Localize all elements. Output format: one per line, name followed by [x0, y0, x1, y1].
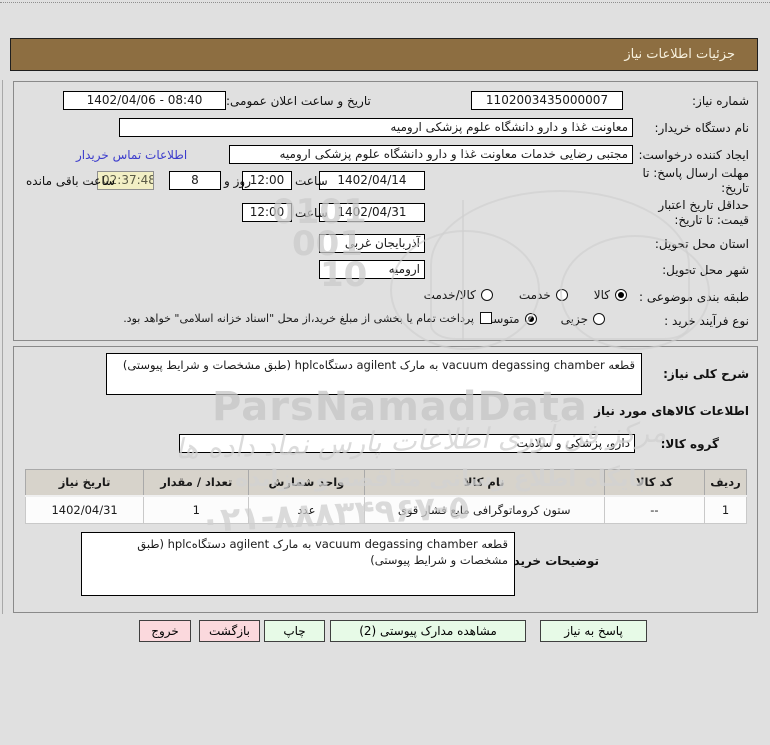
buyer-contact-link[interactable]: اطلاعات تماس خریدار: [76, 148, 187, 162]
announce-datetime-label: تاریخ و ساعت اعلان عمومی:: [226, 94, 371, 108]
items-heading: اطلاعات کالاهای مورد نیاز: [594, 404, 749, 418]
need-details-page: جزئیات اطلاعات نیاز شماره نیاز: 11020034…: [0, 0, 770, 745]
view-attachments-button[interactable]: مشاهده مدارک پیوستی (2): [330, 620, 526, 642]
creator-field[interactable]: مجتبی رضایی خدمات معاونت غذا و دارو دانش…: [229, 145, 633, 164]
col-item-name: نام کالا: [363, 469, 605, 497]
city-label: شهر محل تحویل:: [662, 263, 749, 277]
treasury-checkbox[interactable]: [480, 312, 492, 324]
cell-unit: عدد: [248, 495, 365, 524]
back-button[interactable]: بازگشت: [199, 620, 260, 642]
respond-to-need-button[interactable]: پاسخ به نیاز: [540, 620, 647, 642]
price-validity-hour-label: ساعت: [295, 206, 328, 220]
radio-partial-icon[interactable]: [593, 313, 605, 325]
deadline-days-label: روز و: [224, 174, 251, 188]
radio-medium-icon[interactable]: [524, 313, 537, 325]
cell-quantity: 1: [143, 495, 250, 524]
province-label: استان محل تحویل:: [654, 237, 749, 251]
description-label: شرح کلی نیاز:: [663, 367, 749, 381]
col-row-number: ردیف: [703, 469, 748, 497]
subject-class-radio-group: کالا خدمت کالا/خدمت: [424, 288, 627, 302]
table-row: 1 -- ستون کروماتوگرافی مایع فشار قوی عدد…: [24, 495, 748, 524]
goods-group-field[interactable]: دارو، پزشکی و سلامت: [179, 434, 635, 453]
deadline-days-field[interactable]: 8: [169, 171, 221, 190]
deadline-label: مهلت ارسال پاسخ: تا تاریخ:: [642, 166, 749, 195]
top-divider: [0, 2, 770, 3]
province-field[interactable]: آذربایجان غربی: [319, 234, 425, 253]
cell-need-date: 1402/04/31: [24, 495, 145, 524]
items-table-header-row: ردیف کد کالا نام کالا واحد شمارش تعداد /…: [24, 469, 748, 497]
radio-partial-label: جزیی: [560, 312, 588, 326]
cell-row-number: 1: [703, 495, 748, 524]
treasury-checkbox-label: پرداخت تمام یا بخشی از مبلغ خرید،از محل …: [123, 312, 474, 325]
goods-group-label: گروه کالا:: [660, 437, 719, 451]
radio-option-goods-service[interactable]: کالا/خدمت: [424, 288, 493, 302]
description-field[interactable]: قطعه vacuum degassing chamber به مارک ag…: [106, 353, 642, 395]
buyer-org-field[interactable]: معاونت غذا و دارو دانشگاه علوم پزشکی ارو…: [119, 118, 633, 137]
radio-goods-service-icon[interactable]: [480, 289, 493, 301]
need-number-label: شماره نیاز:: [692, 94, 749, 108]
col-quantity: تعداد / مقدار: [143, 469, 250, 497]
deadline-hour-label: ساعت: [295, 174, 328, 188]
col-need-date: تاریخ نیاز: [24, 469, 145, 497]
process-type-radio-group: جزیی متوسط: [482, 312, 605, 326]
price-validity-date-field[interactable]: 1402/04/31: [319, 203, 425, 222]
need-info-panel: شماره نیاز: 1102003435000007 تاریخ و ساع…: [13, 81, 758, 341]
col-unit: واحد شمارش: [248, 469, 365, 497]
items-table: ردیف کد کالا نام کالا واحد شمارش تعداد /…: [24, 469, 748, 524]
exit-button[interactable]: خروج: [139, 620, 191, 642]
cell-item-code: --: [603, 495, 705, 524]
print-button[interactable]: چاپ: [264, 620, 325, 642]
buyer-org-label: نام دستگاه خریدار:: [654, 121, 750, 135]
process-type-label: نوع فرآیند خرید :: [664, 314, 749, 328]
radio-service-icon[interactable]: [555, 289, 568, 301]
radio-goods-service-label: کالا/خدمت: [423, 288, 476, 302]
creator-label: ایجاد کننده درخواست:: [638, 148, 749, 162]
radio-goods-icon[interactable]: [615, 289, 627, 301]
remaining-label: ساعت باقی مانده: [26, 174, 116, 188]
subject-class-label: طبقه بندی موضوعی :: [639, 290, 749, 304]
page-title: جزئیات اطلاعات نیاز: [10, 38, 758, 71]
col-item-code: کد کالا: [603, 469, 705, 497]
price-validity-time-field[interactable]: 12:00: [242, 203, 292, 222]
buyer-notes-field[interactable]: قطعه vacuum degassing chamber به مارک ag…: [81, 532, 515, 596]
price-validity-label: حداقل تاریخ اعتبار قیمت: تا تاریخ:: [658, 198, 749, 227]
city-field[interactable]: ارومیه: [319, 260, 425, 279]
radio-option-partial[interactable]: جزیی: [561, 312, 605, 326]
announce-datetime-field[interactable]: 1402/04/06 - 08:40: [63, 91, 226, 110]
radio-service-label: خدمت: [518, 288, 551, 302]
left-edge-line: [2, 80, 3, 614]
cell-item-name: ستون کروماتوگرافی مایع فشار قوی: [363, 495, 605, 524]
radio-option-service[interactable]: خدمت: [519, 288, 568, 302]
need-items-panel: شرح کلی نیاز: قطعه vacuum degassing cham…: [13, 346, 758, 613]
treasury-checkbox-row: پرداخت تمام یا بخشی از مبلغ خرید،از محل …: [94, 312, 492, 325]
radio-goods-label: کالا: [593, 288, 610, 302]
radio-option-goods[interactable]: کالا: [594, 288, 627, 302]
need-number-field[interactable]: 1102003435000007: [471, 91, 623, 110]
deadline-date-field[interactable]: 1402/04/14: [319, 171, 425, 190]
